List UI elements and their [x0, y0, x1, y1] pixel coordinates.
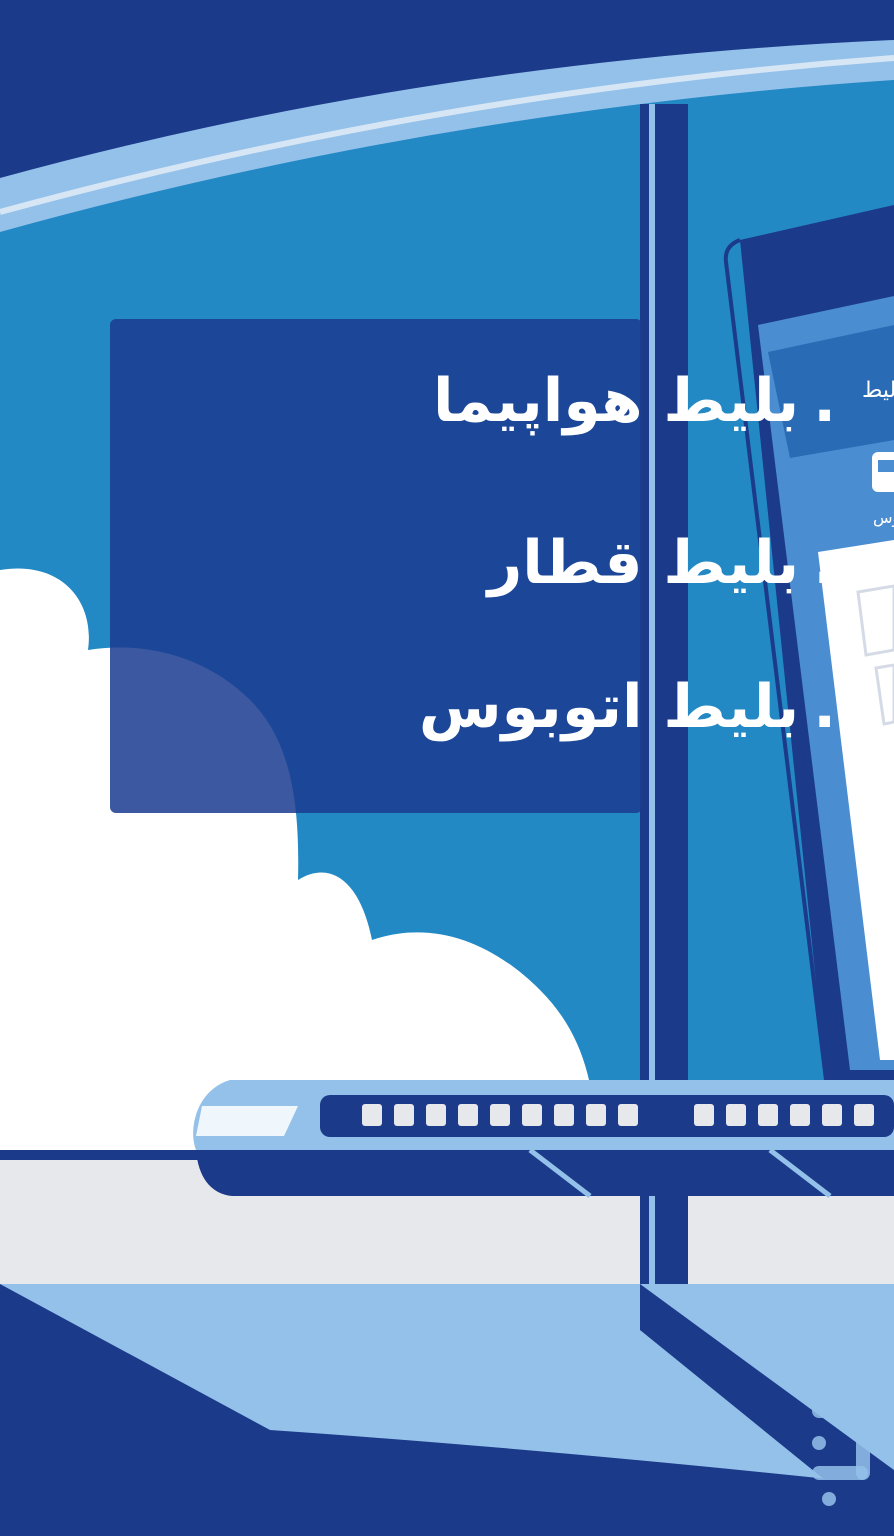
train — [193, 1080, 894, 1198]
feature-label: بلیط قطار — [487, 528, 800, 598]
feature-item-flight: .بلیط هواپیما — [433, 366, 836, 436]
store-logo-icon — [812, 1404, 880, 1506]
feature-label: بلیط اتوبوس — [418, 672, 800, 742]
feature-item-bus: .بلیط اتوبوس — [419, 672, 836, 742]
phone-header-fragment: لیط — [862, 378, 894, 403]
feature-item-train: .بلیط قطار — [488, 528, 836, 598]
bullet: . — [813, 366, 836, 436]
phone-tab-label-bus: وس — [873, 508, 894, 527]
bullet: . — [813, 528, 836, 598]
bullet: . — [813, 672, 836, 742]
bus-icon — [872, 452, 894, 492]
feature-label: بلیط هواپیما — [432, 366, 800, 436]
